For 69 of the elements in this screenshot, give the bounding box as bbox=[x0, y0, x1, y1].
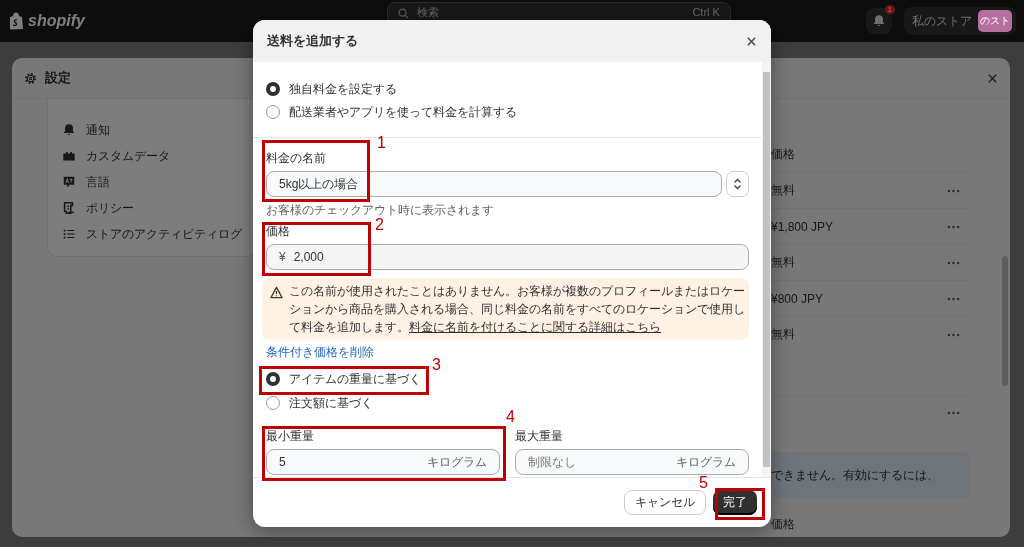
language-icon bbox=[62, 175, 76, 189]
more-icon[interactable] bbox=[947, 188, 960, 193]
chevron-up-down-icon bbox=[733, 178, 742, 190]
annotation-number: 5 bbox=[699, 474, 708, 492]
more-icon[interactable] bbox=[947, 296, 960, 301]
close-icon[interactable] bbox=[987, 72, 998, 84]
radio-dot[interactable] bbox=[266, 372, 280, 386]
scrollbar[interactable] bbox=[762, 62, 771, 477]
radio-option[interactable]: 独自料金を設定する bbox=[266, 77, 397, 100]
notification-badge: 1 bbox=[884, 5, 895, 14]
radio-dot[interactable] bbox=[266, 104, 280, 119]
close-icon[interactable] bbox=[746, 35, 757, 47]
learn-more-link[interactable]: 料金に名前を付けることに関する詳細はこちら bbox=[409, 320, 661, 334]
column-header: 価格 bbox=[771, 146, 795, 163]
bell-icon bbox=[62, 123, 76, 137]
price-cell: 無料 bbox=[771, 326, 795, 343]
panel-title: 設定 bbox=[45, 69, 71, 87]
document-icon bbox=[62, 201, 76, 215]
annotation-number: 1 bbox=[377, 134, 386, 152]
shortcut-hint: Ctrl K bbox=[692, 6, 720, 19]
min-weight-field[interactable]: 5 キログラム bbox=[266, 449, 500, 475]
field-label: 価格 bbox=[266, 223, 290, 239]
logo-text[interactable]: shopify bbox=[28, 12, 85, 30]
price-cell: ¥1,800 JPY bbox=[771, 219, 834, 234]
price-field[interactable]: ¥ 2,000 bbox=[266, 244, 749, 270]
more-icon[interactable] bbox=[947, 332, 960, 337]
nav-item[interactable]: カスタムデータ bbox=[48, 143, 256, 169]
list-icon bbox=[62, 227, 76, 241]
annotation-number: 2 bbox=[375, 216, 384, 234]
field-label: 最大重量 bbox=[515, 428, 563, 444]
nav-item[interactable]: 通知 bbox=[48, 117, 256, 143]
bell-icon bbox=[872, 14, 886, 28]
warning-text: この名前が使用されたことはありません。お客様が複数のプロフィールまたはロケーションから商品を購入される場合、同じ料金の名前をすべてのロケーションで使用して料金を追加します。料金に名前を付けることに関する詳細はこちら bbox=[289, 283, 745, 336]
price-cell: 無料 bbox=[771, 182, 795, 199]
price-cell: 無料 bbox=[771, 254, 795, 271]
dialog-title: 送料を追加する bbox=[267, 32, 358, 50]
nav-item[interactable]: ポリシー bbox=[48, 195, 256, 221]
more-icon[interactable] bbox=[947, 411, 960, 415]
field-label: 最小重量 bbox=[266, 428, 314, 444]
warning-icon bbox=[270, 286, 283, 299]
scrollbar[interactable] bbox=[1002, 256, 1008, 386]
store-avatar: のスト bbox=[978, 10, 1012, 32]
column-header: 価格 bbox=[771, 517, 795, 531]
more-icon[interactable] bbox=[947, 260, 960, 265]
cancel-button[interactable]: キャンセル bbox=[624, 490, 706, 515]
remove-conditions-link[interactable]: 条件付き価格を削除 bbox=[266, 344, 374, 360]
rate-name-field[interactable]: 5kg以上の場合 bbox=[266, 171, 722, 197]
radio-option[interactable]: 注文額に基づく bbox=[266, 394, 373, 412]
select-button[interactable] bbox=[726, 171, 749, 197]
banner-text: できません。有効にするには、 bbox=[771, 466, 939, 484]
max-weight-field[interactable]: 制限なし キログラム bbox=[515, 449, 749, 475]
store-menu-button[interactable]: 私のストア のスト bbox=[904, 7, 1016, 35]
annotation-number: 4 bbox=[506, 408, 515, 426]
more-icon[interactable] bbox=[947, 224, 960, 229]
price-cell: ¥800 JPY bbox=[771, 291, 824, 306]
radio-dot[interactable] bbox=[266, 81, 280, 96]
bag-icon bbox=[8, 12, 24, 30]
annotation-number: 3 bbox=[432, 356, 441, 374]
search-placeholder: 検索 bbox=[416, 6, 439, 19]
radio-option[interactable]: アイテムの重量に基づく bbox=[266, 370, 421, 388]
blocks-icon bbox=[62, 149, 76, 163]
nav-item[interactable]: ストアのアクティビティログ bbox=[48, 221, 256, 247]
radio-dot[interactable] bbox=[266, 396, 280, 410]
field-label: 料金の名前 bbox=[266, 150, 326, 166]
help-text: お客様のチェックアウト時に表示されます bbox=[266, 202, 495, 218]
radio-option[interactable]: 配送業者やアプリを使って料金を計算する bbox=[266, 100, 517, 123]
search-icon bbox=[397, 8, 409, 19]
annotation-box bbox=[715, 488, 765, 520]
settings-icon bbox=[24, 71, 37, 85]
